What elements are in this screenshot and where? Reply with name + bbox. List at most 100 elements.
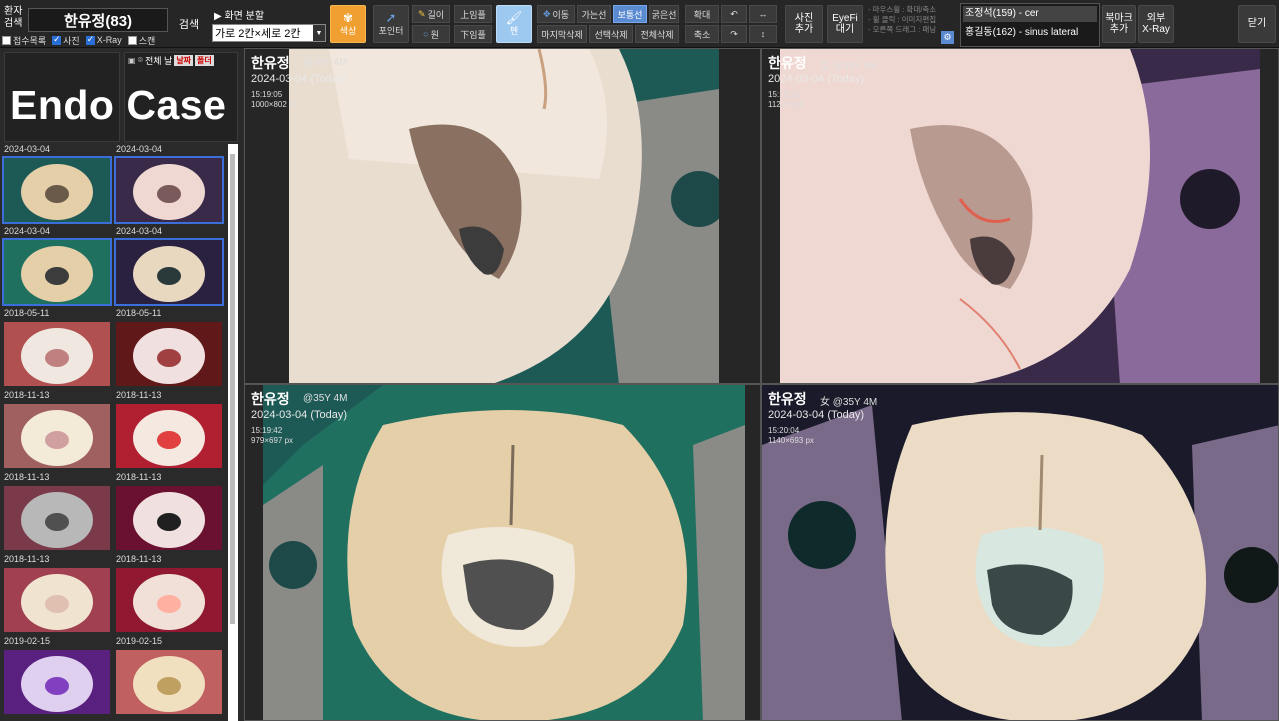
camera-icon[interactable]: ⌾ bbox=[138, 55, 143, 66]
close-button[interactable]: 닫기 bbox=[1238, 5, 1276, 43]
notes-list[interactable]: 조정석(159) - cer 홍길동(162) - sinus lateral bbox=[960, 3, 1100, 47]
checkbox-photo[interactable]: 사진 bbox=[52, 34, 80, 46]
thick-line-button[interactable]: 굵은선 bbox=[649, 5, 679, 23]
rotate-right-icon: ↷ bbox=[730, 28, 738, 39]
thumbnail-item[interactable]: 2018-11-13 bbox=[114, 554, 224, 634]
thumbnail-date: 2018-11-13 bbox=[4, 472, 50, 482]
thumbnail-image[interactable] bbox=[2, 566, 112, 634]
thumbnail-image[interactable] bbox=[2, 238, 112, 306]
thumbnail-item[interactable]: 2018-11-13 bbox=[2, 472, 112, 552]
checkbox-xray-box[interactable] bbox=[85, 34, 95, 45]
checkbox-reception-box[interactable] bbox=[2, 35, 11, 45]
lower-implant-button[interactable]: 下임플 bbox=[454, 25, 492, 43]
thumbnail-image[interactable] bbox=[114, 238, 224, 306]
thumbnail-item[interactable]: 2024-03-04 bbox=[2, 226, 112, 306]
split-select-value: 가로 2칸×세로 2칸 bbox=[215, 28, 301, 40]
normal-line-button[interactable]: 보통선 bbox=[613, 5, 647, 23]
thumbnail-item[interactable]: 2019-02-15 bbox=[2, 636, 112, 716]
length-button[interactable]: ✎ 길이 bbox=[412, 5, 450, 23]
thumbnail-scrollbar[interactable] bbox=[228, 144, 238, 721]
pen-button[interactable]: 🖌 펜 bbox=[496, 5, 532, 43]
delete-selected-button[interactable]: 선택삭제 bbox=[589, 25, 633, 43]
delete-all-button[interactable]: 전체삭제 bbox=[635, 25, 679, 43]
overlay-dimensions: 1140×693 px bbox=[768, 436, 814, 445]
eyefi-button[interactable]: EyeFi 대기 bbox=[827, 5, 863, 43]
thin-line-button[interactable]: 가는선 bbox=[577, 5, 611, 23]
thumbnail-date: 2018-05-11 bbox=[4, 308, 50, 318]
overlay-date: 2024-03-04 (Today) bbox=[768, 409, 865, 421]
thumbnail-item[interactable]: 2018-05-11 bbox=[114, 308, 224, 388]
thumbnail-image[interactable] bbox=[114, 648, 224, 716]
zoom-out-button[interactable]: 축소 bbox=[685, 25, 719, 43]
thumbnail-item[interactable]: 2018-11-13 bbox=[2, 554, 112, 634]
thumbnail-image[interactable] bbox=[114, 156, 224, 224]
thumbnail-image[interactable] bbox=[2, 484, 112, 552]
thumbnail-item[interactable]: 2018-11-13 bbox=[114, 472, 224, 552]
scrollbar-thumb[interactable] bbox=[230, 154, 235, 624]
thumbnail-item[interactable]: 2024-03-04 bbox=[2, 144, 112, 224]
viewer-cell[interactable]: 한유정 @35Y 4M 2024-03-04 (Today) 15:19:05 … bbox=[244, 48, 761, 384]
thumbnail-item[interactable]: 2018-05-11 bbox=[2, 308, 112, 388]
thumbnail-image[interactable] bbox=[114, 484, 224, 552]
image-viewer: 한유정 @35Y 4M 2024-03-04 (Today) 15:19:05 … bbox=[244, 48, 1279, 721]
rotate-left-button[interactable]: ↶ bbox=[721, 5, 747, 23]
viewer-cell[interactable]: 한유정 女 @35Y 4M 2024-03-04 (Today) 15:19:1… bbox=[761, 48, 1279, 384]
flip-vertical-button[interactable]: ↕ bbox=[749, 25, 777, 43]
overlay-patient-age: 女 @35Y 4M bbox=[820, 61, 878, 72]
left-panel: Endo Case ▣ ⌾ 전체 날 날짜 폴더 2024-03-04 2024-… bbox=[0, 48, 242, 721]
flip-horizontal-button[interactable]: ↔ bbox=[749, 5, 777, 23]
thumbnail-item[interactable]: 2018-11-13 bbox=[2, 390, 112, 470]
viewer-cell[interactable]: 한유정 @35Y 4M 2024-03-04 (Today) 15:19:42 … bbox=[244, 384, 761, 721]
thumbnail-image[interactable] bbox=[2, 402, 112, 470]
thumbnail-item[interactable]: 2019-02-15 bbox=[114, 636, 224, 716]
rotate-right-button[interactable]: ↷ bbox=[721, 25, 747, 43]
split-label: ▶ 화면 분할 bbox=[214, 11, 265, 22]
flip-horizontal-icon: ↔ bbox=[758, 9, 768, 19]
patient-name-field[interactable]: 한유정(83) bbox=[28, 8, 168, 32]
pointer-icon: ➚ bbox=[385, 10, 397, 26]
tooth-photo bbox=[263, 385, 745, 720]
thumbnail-item[interactable]: 2024-03-04 bbox=[114, 226, 224, 306]
thumbnail-image[interactable] bbox=[114, 402, 224, 470]
checkbox-photo-label: 사진 bbox=[63, 35, 80, 46]
circle-icon: ○ bbox=[423, 29, 429, 39]
overlay-time: 15:20:04 bbox=[768, 426, 800, 435]
checkbox-scan-box[interactable] bbox=[127, 35, 137, 45]
external-xray-button[interactable]: 외부 X-Ray bbox=[1138, 5, 1174, 43]
note-item[interactable]: 홍길동(162) - sinus lateral bbox=[963, 25, 1097, 41]
overlay-patient-name: 한유정 bbox=[768, 55, 807, 71]
color-button[interactable]: ✾ 색상 bbox=[330, 5, 366, 43]
split-select[interactable]: 가로 2칸×세로 2칸 ▼ bbox=[212, 24, 326, 42]
checkbox-photo-box[interactable] bbox=[52, 34, 62, 45]
add-photo-button[interactable]: 사진 추가 bbox=[785, 5, 823, 43]
checkbox-xray[interactable]: X-Ray bbox=[85, 34, 122, 46]
note-item[interactable]: 조정석(159) - cer bbox=[963, 6, 1097, 22]
sort-date-button[interactable]: 날짜 bbox=[174, 54, 194, 66]
overlay-patient-name: 한유정 bbox=[251, 391, 290, 407]
circle-button[interactable]: ○ 원 bbox=[412, 25, 450, 43]
thumbnail-image[interactable] bbox=[2, 320, 112, 388]
overlay-dimensions: 1000×802 px bbox=[251, 100, 298, 109]
upper-implant-button[interactable]: 上임플 bbox=[454, 5, 492, 23]
thumbnail-item[interactable]: 2024-03-04 bbox=[114, 144, 224, 224]
grid-icon[interactable]: ▣ bbox=[128, 56, 136, 65]
overlay-time: 15:19:19 bbox=[768, 90, 800, 99]
settings-icon[interactable]: ⚙ bbox=[941, 31, 954, 44]
pointer-button[interactable]: ➚ 포인터 bbox=[373, 5, 409, 43]
thumbnail-date: 2018-11-13 bbox=[4, 554, 50, 564]
checkbox-reception[interactable]: 접수목록 bbox=[2, 34, 46, 46]
folder-button[interactable]: 폴더 bbox=[195, 54, 214, 66]
thumbnail-item[interactable]: 2018-11-13 bbox=[114, 390, 224, 470]
zoom-in-button[interactable]: 확대 bbox=[685, 5, 719, 23]
bookmark-button[interactable]: 북마크 추가 bbox=[1102, 5, 1136, 43]
thumbnail-image[interactable] bbox=[2, 648, 112, 716]
thumbnail-date: 2024-03-04 bbox=[4, 226, 51, 236]
checkbox-scan[interactable]: 스캔 bbox=[127, 34, 155, 46]
move-button[interactable]: ✥ 이동 bbox=[537, 5, 575, 23]
thumbnail-image[interactable] bbox=[114, 320, 224, 388]
overlay-patient-age: @35Y 4M bbox=[303, 393, 348, 404]
thumbnail-image[interactable] bbox=[2, 156, 112, 224]
viewer-cell[interactable]: 한유정 女 @35Y 4M 2024-03-04 (Today) 15:20:0… bbox=[761, 384, 1279, 721]
delete-last-button[interactable]: 마지막삭제 bbox=[537, 25, 587, 43]
thumbnail-image[interactable] bbox=[114, 566, 224, 634]
